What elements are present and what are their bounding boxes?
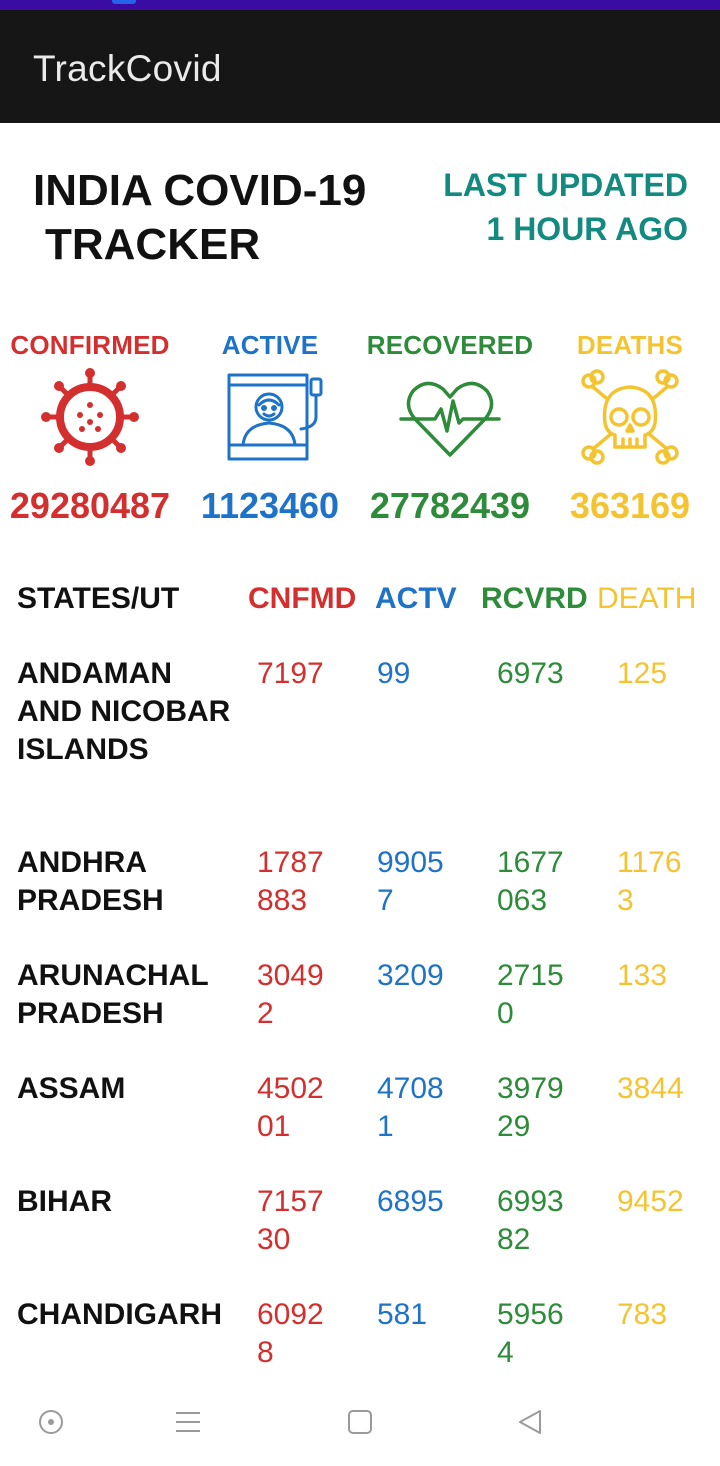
- state-name: ANDHRA PRADESH: [17, 846, 164, 917]
- menu-button[interactable]: [168, 1402, 208, 1442]
- stat-recovered-label: RECOVERED: [366, 330, 534, 360]
- cell-recovered: 1677063: [497, 846, 564, 917]
- page-title-line2: TRACKER: [45, 220, 261, 269]
- cell-deaths: 3844: [617, 1072, 684, 1105]
- state-name: CHANDIGARH: [17, 1298, 222, 1331]
- state-name: ARUNACHAL PRADESH: [17, 959, 209, 1030]
- virus-icon: [41, 368, 139, 466]
- state-name: ANDAMAN AND NICOBAR ISLANDS: [17, 657, 231, 766]
- stat-confirmed-label: CONFIRMED: [10, 330, 170, 360]
- cell-active: 99057: [377, 846, 444, 917]
- header-recovered: RCVRD: [481, 582, 588, 615]
- cell-recovered: 397929: [497, 1072, 564, 1143]
- back-button[interactable]: [510, 1402, 550, 1442]
- cell-confirmed: 715730: [257, 1185, 324, 1256]
- cell-recovered: 59564: [497, 1298, 564, 1369]
- state-name: BIHAR: [17, 1185, 112, 1218]
- skull-crossbones-icon: [581, 369, 679, 465]
- cell-confirmed: 450201: [257, 1072, 324, 1143]
- cell-deaths: 125: [617, 657, 668, 690]
- stat-active: ACTIVE 1123460: [180, 330, 360, 526]
- cell-active: 47081: [377, 1072, 444, 1143]
- cell-deaths: 9452: [617, 1185, 684, 1218]
- header-confirmed: CNFMD: [248, 582, 357, 615]
- table-header: STATES/UT CNFMD ACTV RCVRD DEATH: [0, 582, 720, 622]
- stat-deaths: DEATHS 363169: [540, 330, 720, 526]
- cell-recovered: 27150: [497, 959, 564, 1030]
- header-states: STATES/UT: [17, 582, 180, 615]
- cell-active: 99: [377, 657, 411, 690]
- cell-confirmed: 30492: [257, 959, 324, 1030]
- stat-deaths-label: DEATHS: [576, 330, 684, 360]
- last-updated-label: LAST UPDATED: [443, 167, 688, 203]
- cell-confirmed: 7197: [257, 657, 324, 690]
- header-active: ACTV: [375, 582, 457, 615]
- hospital-bed-icon: [227, 373, 323, 461]
- cell-active: 581: [377, 1298, 428, 1331]
- app-title: TrackCovid: [33, 48, 222, 89]
- last-updated: LAST UPDATED 1 HOUR AGO: [443, 163, 688, 251]
- heartbeat-icon: [399, 381, 501, 457]
- stat-deaths-value: 363169: [569, 485, 691, 526]
- status-bar: [0, 0, 720, 10]
- last-updated-time: 1 HOUR AGO: [486, 211, 689, 247]
- home-button[interactable]: [31, 1402, 71, 1442]
- cell-deaths: 783: [617, 1298, 668, 1331]
- menu-icon: [176, 1412, 200, 1432]
- stat-confirmed: CONFIRMED 29280487: [0, 330, 180, 526]
- circle-dot-icon: [39, 1410, 63, 1434]
- page-title-line1: INDIA COVID-19: [33, 166, 367, 215]
- stat-recovered: RECOVERED 27782439: [360, 330, 540, 526]
- cell-recovered: 6973: [497, 657, 564, 690]
- state-name: ASSAM: [17, 1072, 126, 1105]
- cell-confirmed: 1787883: [257, 846, 324, 917]
- recents-button[interactable]: [340, 1402, 380, 1442]
- page-title: INDIA COVID-19 TRACKER: [33, 164, 366, 272]
- stat-active-label: ACTIVE: [221, 330, 319, 360]
- cell-deaths: 133: [617, 959, 668, 992]
- cell-deaths: 11763: [617, 846, 682, 917]
- cell-active: 6895: [377, 1185, 444, 1218]
- cell-confirmed: 60928: [257, 1298, 324, 1369]
- system-nav-bar: [0, 1380, 720, 1466]
- back-triangle-icon: [519, 1410, 541, 1434]
- header-deaths: DEATH: [597, 582, 697, 615]
- notification-icon: [112, 0, 136, 4]
- square-icon: [348, 1410, 372, 1434]
- cell-active: 3209: [377, 959, 444, 992]
- app-bar: TrackCovid: [0, 10, 720, 123]
- cell-recovered: 699382: [497, 1185, 564, 1256]
